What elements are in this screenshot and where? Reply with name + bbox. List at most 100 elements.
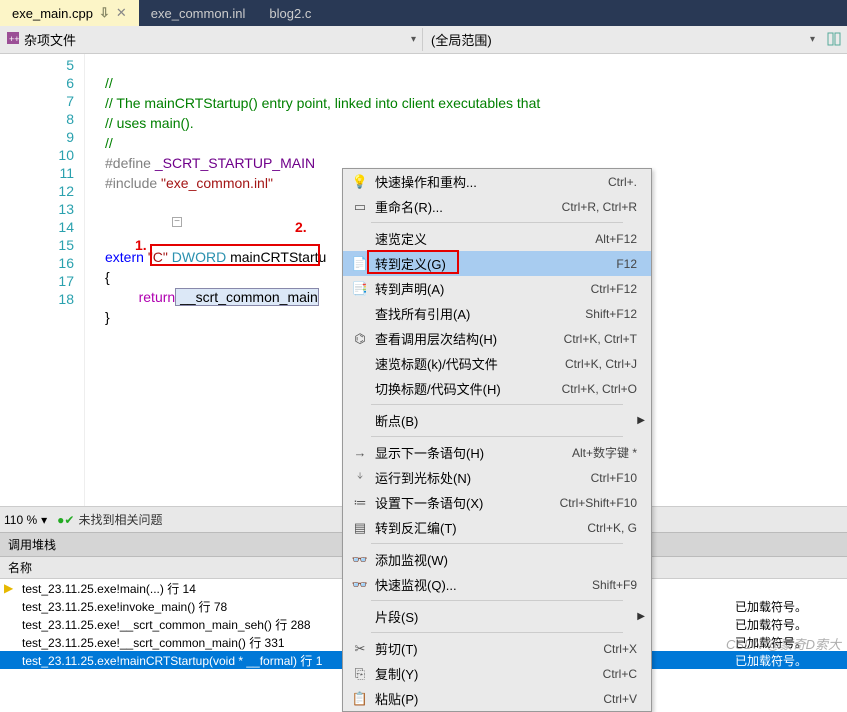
chevron-down-icon: ▾: [810, 34, 815, 45]
menu-item[interactable]: 📄转到定义(G)F12: [343, 251, 651, 276]
menu-shortcut: Ctrl+V: [603, 692, 645, 706]
menu-shortcut: Shift+F12: [585, 307, 645, 321]
split-icon[interactable]: [827, 32, 843, 48]
cpp-file-icon: ++: [6, 31, 20, 48]
chevron-right-icon: ▶: [637, 415, 645, 426]
frame-text: test_23.11.25.exe!__scrt_common_main_seh…: [22, 616, 311, 633]
tab-label: exe_main.cpp: [12, 6, 93, 21]
frame-text: test_23.11.25.exe!mainCRTStartup(void * …: [22, 652, 322, 669]
tab-blog2[interactable]: blog2.c: [257, 0, 323, 26]
menu-label: 快速监视(Q)...: [371, 575, 592, 594]
menu-separator: [371, 632, 623, 633]
zoom-selector[interactable]: 110 % ▾: [4, 513, 47, 527]
menu-shortcut: Ctrl+K, Ctrl+T: [564, 332, 645, 346]
menu-label: 断点(B): [371, 411, 637, 430]
menu-shortcut: Ctrl+K, Ctrl+J: [565, 357, 645, 371]
menu-shortcut: Ctrl+K, G: [587, 521, 645, 535]
menu-label: 粘贴(P): [371, 689, 603, 708]
rename-icon: ▭: [349, 199, 371, 215]
menu-item[interactable]: 切换标题/代码文件(H)Ctrl+K, Ctrl+O: [343, 376, 651, 401]
menu-item[interactable]: ⌬查看调用层次结构(H)Ctrl+K, Ctrl+T: [343, 326, 651, 351]
tab-bar: exe_main.cpp ⇩ ✕ exe_common.inl blog2.c: [0, 0, 847, 26]
menu-label: 重命名(R)...: [371, 197, 562, 216]
menu-separator: [371, 436, 623, 437]
fold-icon[interactable]: −: [172, 217, 182, 227]
menu-item[interactable]: 速览标题(k)/代码文件Ctrl+K, Ctrl+J: [343, 351, 651, 376]
bulb-icon: 💡: [349, 174, 371, 190]
close-icon[interactable]: ✕: [116, 5, 127, 21]
menu-shortcut: Ctrl+.: [608, 175, 645, 189]
menu-item[interactable]: ᛎ运行到光标处(N)Ctrl+F10: [343, 465, 651, 490]
frame-text: test_23.11.25.exe!main(...) 行 14: [22, 580, 196, 597]
menu-label: 片段(S): [371, 607, 637, 626]
current-frame-icon: ▶: [4, 581, 20, 595]
asm-icon: ▤: [349, 520, 371, 536]
scope-label: (全局范围): [431, 30, 492, 49]
menu-label: 转到声明(A): [371, 279, 591, 298]
menu-item[interactable]: ▭重命名(R)...Ctrl+R, Ctrl+R: [343, 194, 651, 219]
menu-label: 剪切(T): [371, 639, 603, 658]
chevron-down-icon: ▾: [41, 513, 47, 527]
watch-icon: 👓: [349, 552, 371, 568]
issues-indicator[interactable]: ●✔ 未找到相关问题: [57, 511, 162, 528]
svg-text:++: ++: [9, 34, 20, 44]
menu-item[interactable]: 查找所有引用(A)Shift+F12: [343, 301, 651, 326]
nav-bar: ++ 杂项文件 ▾ (全局范围) ▾: [0, 26, 847, 54]
menu-shortcut: Alt+数字键 *: [572, 444, 645, 461]
menu-label: 设置下一条语句(X): [371, 493, 560, 512]
menu-label: 转到反汇编(T): [371, 518, 587, 537]
menu-item[interactable]: ≔设置下一条语句(X)Ctrl+Shift+F10: [343, 490, 651, 515]
menu-shortcut: Ctrl+Shift+F10: [560, 496, 645, 510]
menu-label: 快速操作和重构...: [371, 172, 608, 191]
tab-label: blog2.c: [269, 6, 311, 21]
menu-shortcut: Ctrl+X: [603, 642, 645, 656]
menu-shortcut: Ctrl+K, Ctrl+O: [562, 382, 645, 396]
paste-icon: 📋: [349, 691, 371, 707]
menu-separator: [371, 600, 623, 601]
scope-files[interactable]: ++ 杂项文件 ▾: [0, 28, 423, 51]
menu-item[interactable]: 📑转到声明(A)Ctrl+F12: [343, 276, 651, 301]
hier-icon: ⌬: [349, 331, 371, 347]
cursor-icon: ᛎ: [349, 470, 371, 485]
watermark: CSDN @蒙奇D索大: [726, 634, 841, 653]
setnext-icon: ≔: [349, 495, 371, 511]
highlight-box-menu: [367, 250, 459, 274]
annotation-1: 1.: [135, 236, 147, 254]
menu-item[interactable]: ⎘复制(Y)Ctrl+C: [343, 661, 651, 686]
menu-item[interactable]: 速览定义Alt+F12: [343, 226, 651, 251]
qwatch-icon: 👓: [349, 577, 371, 593]
arrow-icon: →: [349, 445, 371, 460]
tab-label: exe_common.inl: [151, 6, 246, 21]
scope-global[interactable]: (全局范围) ▾: [423, 28, 823, 51]
menu-shortcut: Shift+F9: [592, 578, 645, 592]
annotation-2: 2.: [295, 218, 307, 236]
context-menu: 💡快速操作和重构...Ctrl+.▭重命名(R)...Ctrl+R, Ctrl+…: [342, 168, 652, 712]
frame-status: 已加载符号。: [735, 616, 807, 633]
menu-item[interactable]: 👓添加监视(W): [343, 547, 651, 572]
menu-item[interactable]: 片段(S)▶: [343, 604, 651, 629]
check-icon: ●✔: [57, 513, 74, 527]
copy-icon: ⎘: [349, 666, 371, 682]
menu-shortcut: F12: [616, 257, 645, 271]
chevron-right-icon: ▶: [637, 611, 645, 622]
menu-item[interactable]: 断点(B)▶: [343, 408, 651, 433]
menu-label: 显示下一条语句(H): [371, 443, 572, 462]
chevron-down-icon: ▾: [411, 34, 416, 45]
frame-text: test_23.11.25.exe!__scrt_common_main() 行…: [22, 634, 285, 651]
menu-label: 运行到光标处(N): [371, 468, 591, 487]
tab-exe-main[interactable]: exe_main.cpp ⇩ ✕: [0, 0, 139, 26]
menu-item[interactable]: ▤转到反汇编(T)Ctrl+K, G: [343, 515, 651, 540]
menu-label: 查看调用层次结构(H): [371, 329, 564, 348]
menu-item[interactable]: 💡快速操作和重构...Ctrl+.: [343, 169, 651, 194]
menu-label: 添加监视(W): [371, 550, 637, 569]
menu-item[interactable]: →显示下一条语句(H)Alt+数字键 *: [343, 440, 651, 465]
menu-item[interactable]: ✂剪切(T)Ctrl+X: [343, 636, 651, 661]
menu-separator: [371, 543, 623, 544]
pin-icon[interactable]: ⇩: [99, 5, 110, 21]
menu-label: 速览定义: [371, 229, 595, 248]
menu-item[interactable]: 👓快速监视(Q)...Shift+F9: [343, 572, 651, 597]
tab-exe-common[interactable]: exe_common.inl: [139, 0, 258, 26]
menu-shortcut: Ctrl+F10: [591, 471, 645, 485]
menu-label: 速览标题(k)/代码文件: [371, 354, 565, 373]
menu-item[interactable]: 📋粘贴(P)Ctrl+V: [343, 686, 651, 711]
